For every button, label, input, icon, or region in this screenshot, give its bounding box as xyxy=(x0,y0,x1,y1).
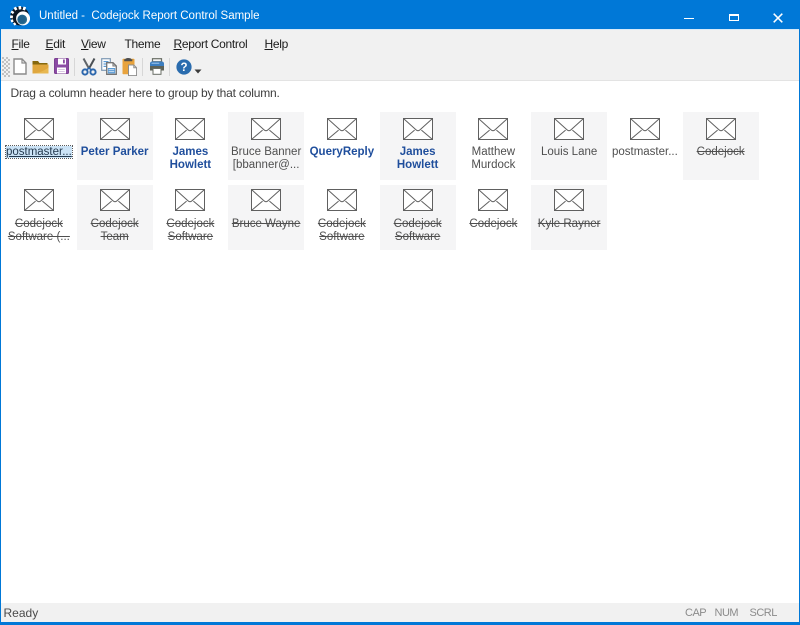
svg-text:?: ? xyxy=(180,62,187,74)
